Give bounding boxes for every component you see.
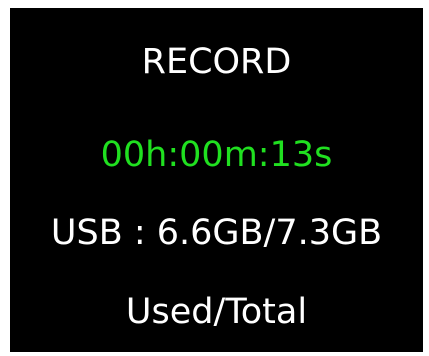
storage-usage: USB : 6.6GB/7.3GB [50,213,383,253]
record-status-screen: RECORD 00h:00m:13s USB : 6.6GB/7.3GB Use… [10,8,423,352]
storage-legend: Used/Total [125,292,308,332]
recording-timer: 00h:00m:13s [100,135,333,175]
device-frame: RECORD 00h:00m:13s USB : 6.6GB/7.3GB Use… [0,0,429,356]
mode-title: RECORD [141,42,292,82]
